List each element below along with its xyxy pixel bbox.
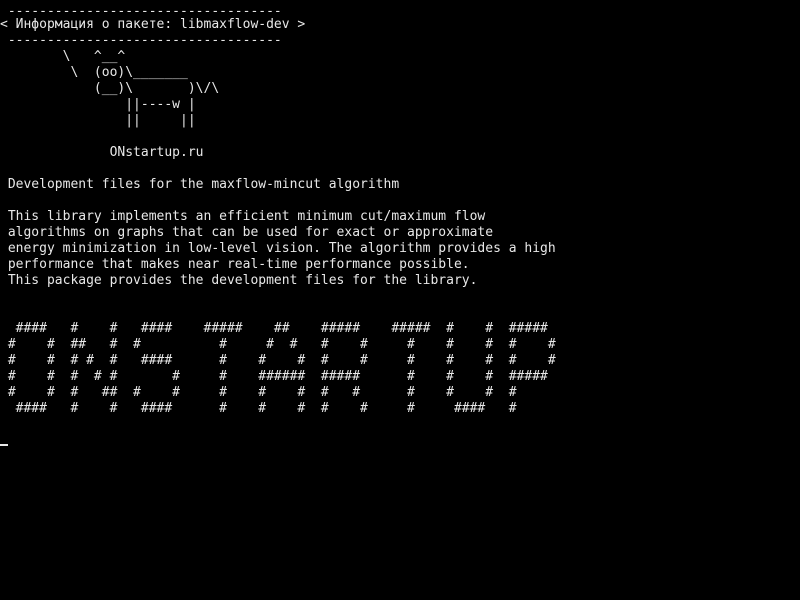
description-line: This package provides the development fi… [0, 273, 478, 288]
banner-art-line: # # ## # # # # # # # # # # # # [0, 337, 556, 352]
banner-art-line: # # # ## # # # # # # # # # # # [0, 385, 517, 400]
description-line: performance that makes near real-time pe… [0, 257, 470, 272]
banner-art-line: # # # # # #### # # # # # # # # # # [0, 353, 556, 368]
cowsay-art-line: (__)\ )\/\ [0, 81, 220, 96]
cowsay-art-line: || || [0, 113, 196, 128]
package-summary: Development files for the maxflow-mincut… [0, 177, 400, 192]
package-info-title: < Информация о пакете: libmaxflow-dev > [0, 17, 306, 32]
text-cursor [0, 444, 8, 446]
cowsay-art-line: ||----w | [0, 97, 196, 112]
cowsay-art-line: \ ^__^ [0, 49, 126, 64]
terminal-screen[interactable]: ----------------------------------- < Ин… [0, 0, 800, 600]
description-line: This library implements an efficient min… [0, 209, 486, 224]
cowsay-art-line: \ (oo)\_______ [0, 65, 188, 80]
banner-art-line: #### # # #### ##### ## ##### ##### # # #… [0, 321, 548, 336]
dialog-border-bottom: ----------------------------------- [0, 33, 282, 48]
description-line: energy minimization in low-level vision.… [0, 241, 556, 256]
banner-art-line: #### # # #### # # # # # # #### # [0, 401, 517, 416]
site-credit: ONstartup.ru [0, 145, 204, 160]
description-line: algorithms on graphs that can be used fo… [0, 225, 494, 240]
banner-art-line: # # # # # # # ###### ##### # # # ##### [0, 369, 548, 384]
